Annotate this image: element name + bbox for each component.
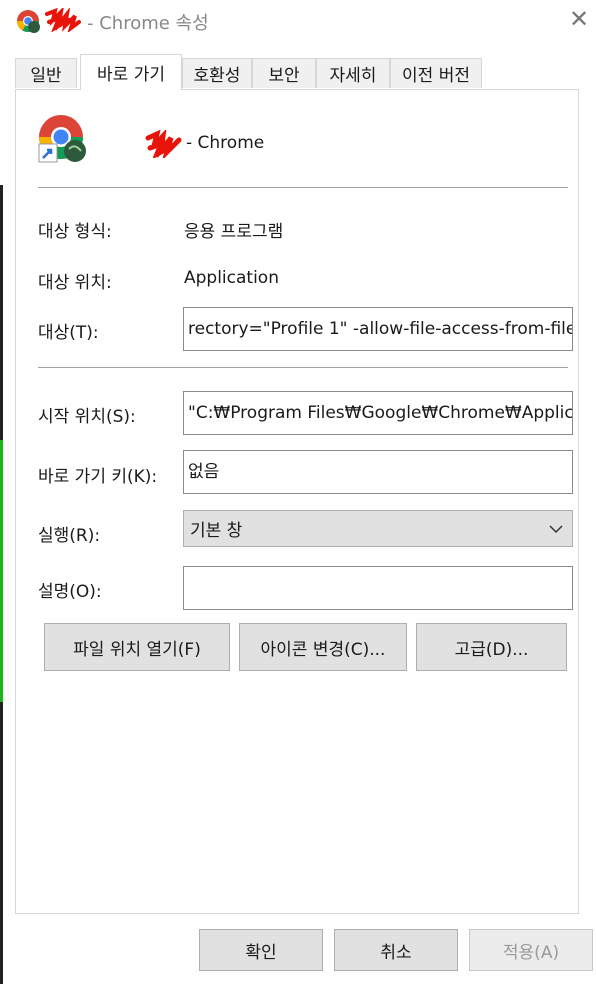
chrome-app-icon: [17, 10, 40, 33]
advanced-button[interactable]: 고급(D)...: [416, 623, 567, 671]
divider: [38, 367, 568, 368]
tab-compatibility[interactable]: 호환성: [182, 58, 252, 88]
chrome-shortcut-icon: [38, 115, 86, 163]
target-input[interactable]: rectory="Profile 1" -allow-file-access-f…: [183, 307, 573, 351]
target-location-value: Application: [184, 268, 279, 288]
shortcut-name: - Chrome: [186, 133, 265, 153]
chevron-down-icon: [549, 525, 563, 534]
open-file-location-button[interactable]: 파일 위치 열기(F): [44, 623, 230, 671]
target-label: 대상(T):: [38, 323, 99, 343]
run-select[interactable]: 기본 창: [183, 510, 573, 547]
start-in-input[interactable]: "C:₩Program Files₩Google₩Chrome₩Applicat…: [183, 391, 573, 435]
cancel-button[interactable]: 취소: [334, 929, 458, 971]
start-in-label: 시작 위치(S):: [38, 407, 136, 427]
comment-label: 설명(O):: [38, 582, 102, 602]
tab-general[interactable]: 일반: [15, 58, 77, 88]
target-location-label: 대상 위치:: [38, 273, 112, 293]
redacted-profile-name: [45, 8, 81, 32]
run-select-value: 기본 창: [190, 521, 243, 541]
tab-panel: [15, 89, 579, 914]
tab-shortcut[interactable]: 바로 가기: [80, 54, 182, 90]
change-icon-button[interactable]: 아이콘 변경(C)...: [239, 623, 407, 671]
divider: [38, 187, 568, 188]
apply-button[interactable]: 적용(A): [469, 929, 593, 971]
window-title: - Chrome 속성: [87, 13, 209, 34]
target-type-value: 응용 프로그램: [184, 222, 284, 242]
tab-details[interactable]: 자세히: [316, 58, 390, 88]
shortcut-key-input[interactable]: 없음: [183, 450, 573, 494]
close-icon[interactable]: ✕: [566, 6, 592, 32]
run-label: 실행(R):: [38, 526, 101, 546]
shortcut-key-label: 바로 가기 키(K):: [38, 467, 158, 487]
background-window-green-edge: [0, 440, 3, 702]
comment-input[interactable]: [183, 566, 573, 610]
redacted-app-name: [145, 130, 182, 158]
tab-security[interactable]: 보안: [252, 58, 316, 88]
target-type-label: 대상 형식:: [38, 222, 112, 242]
ok-button[interactable]: 확인: [199, 929, 323, 971]
tab-previous-versions[interactable]: 이전 버전: [390, 58, 482, 88]
